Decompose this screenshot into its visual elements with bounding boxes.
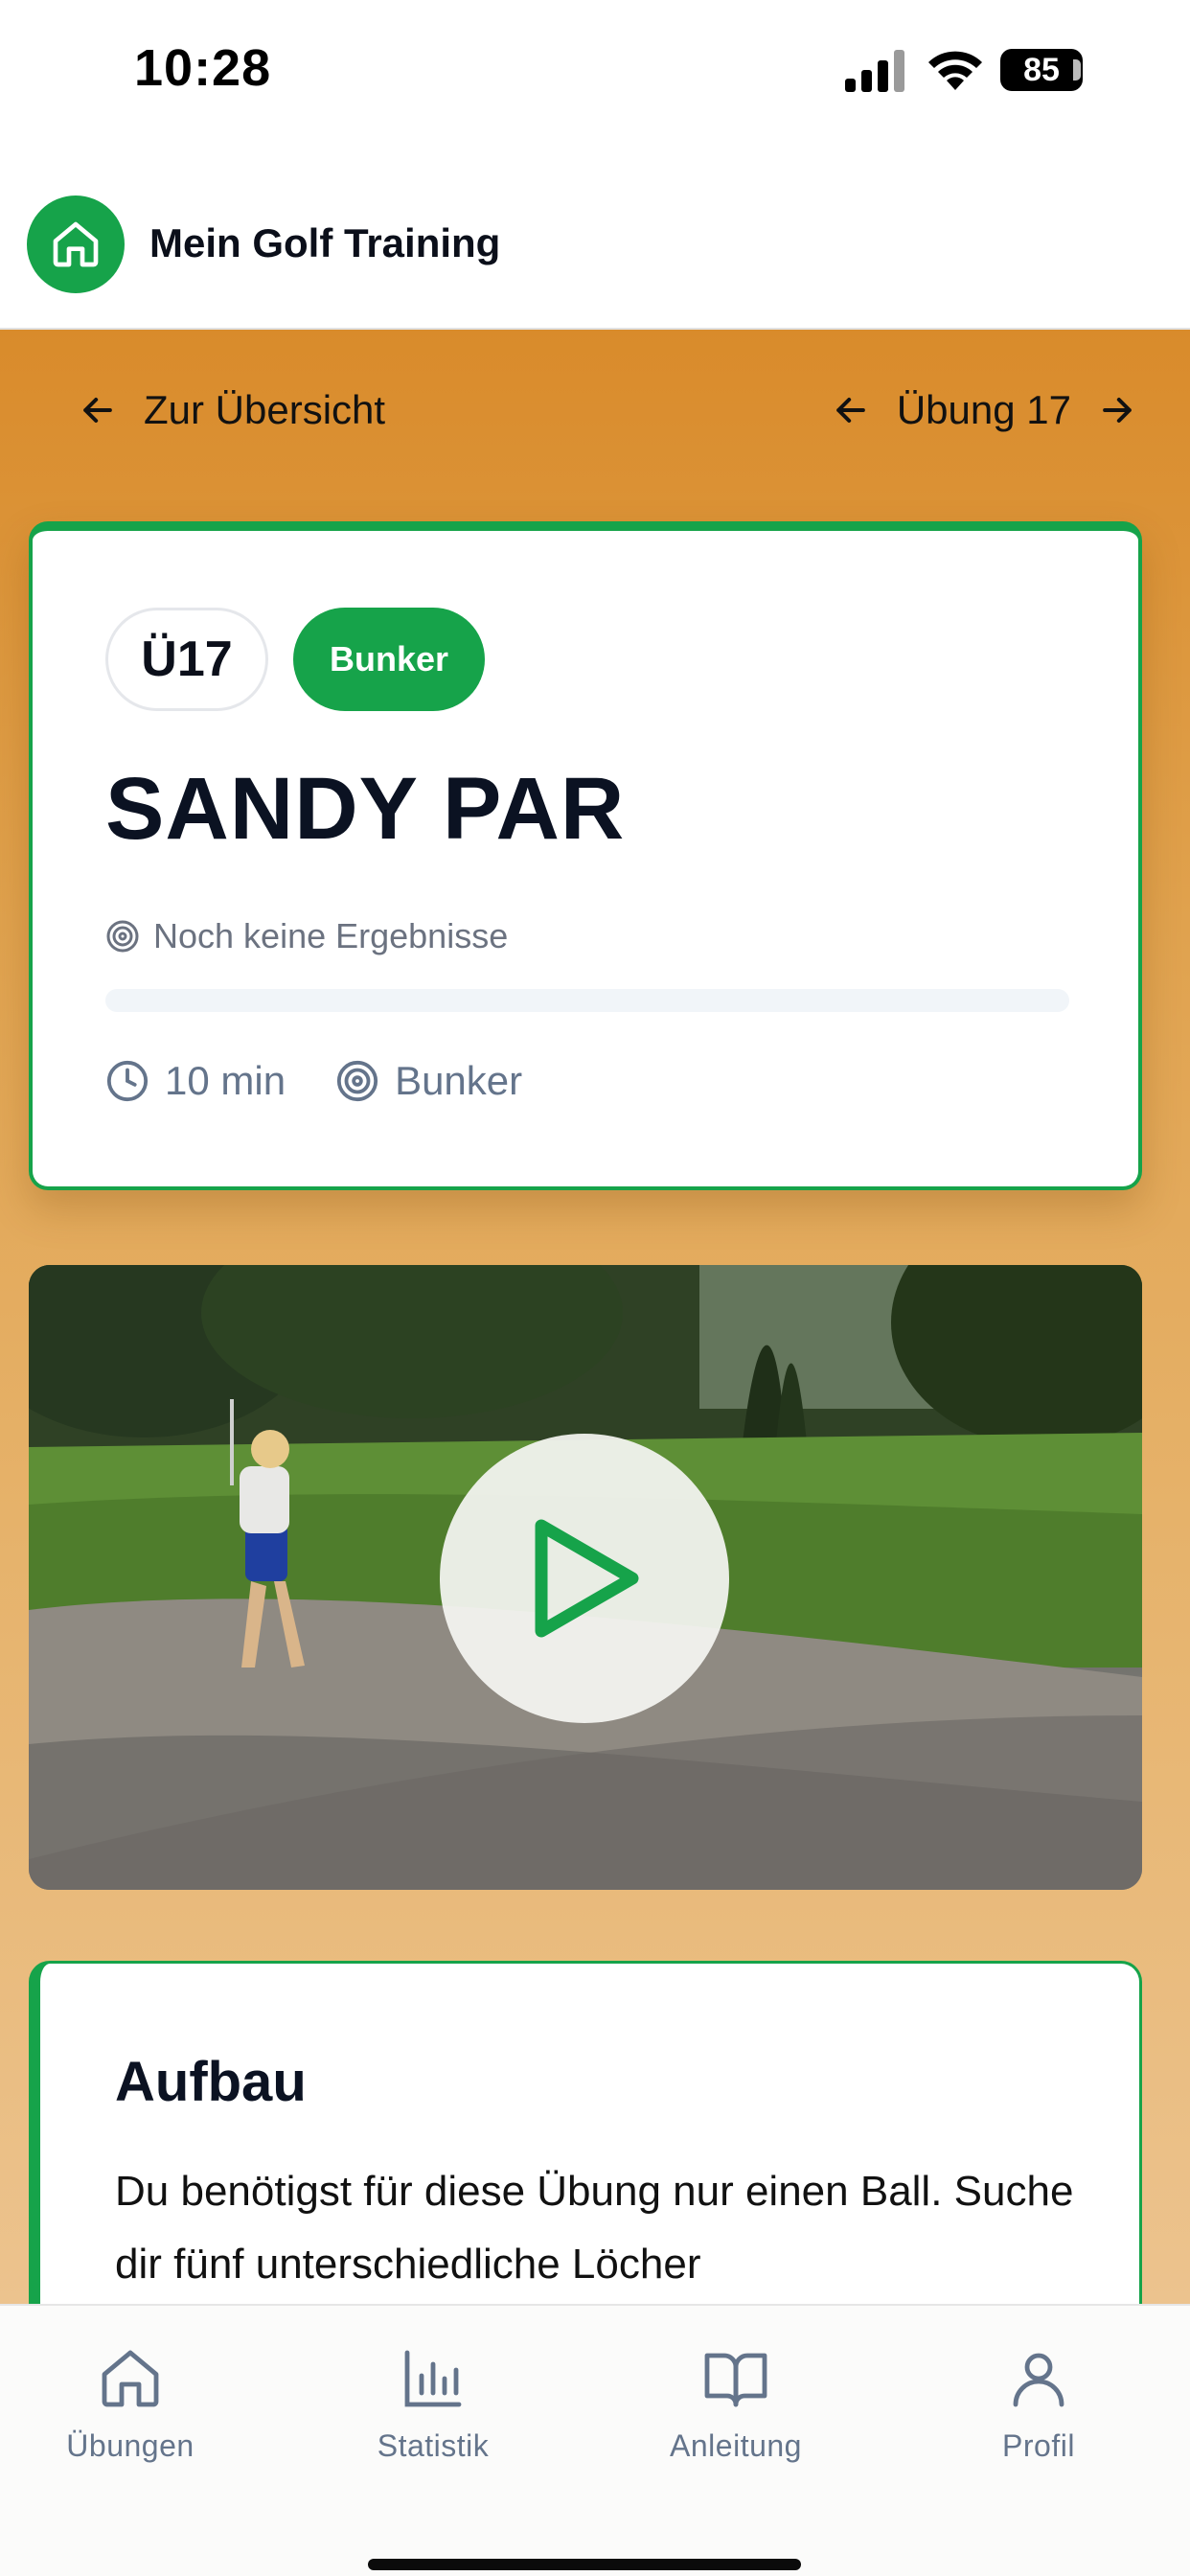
exercise-card: Ü17 Bunker SANDY PAR Noch keine Ergebnis… bbox=[29, 521, 1142, 1190]
tab-profile-label: Profil bbox=[1002, 2428, 1075, 2463]
book-icon bbox=[704, 2353, 767, 2407]
duration-text: 10 min bbox=[165, 1058, 286, 1103]
results-status: Noch keine Ergebnisse bbox=[105, 916, 508, 956]
exercise-nav-row: Zur Übersicht Übung 17 bbox=[0, 330, 1190, 493]
play-icon bbox=[535, 1519, 639, 1638]
home-icon bbox=[53, 221, 99, 267]
duration-meta: 10 min bbox=[105, 1058, 286, 1104]
exercise-title: SANDY PAR bbox=[105, 760, 626, 858]
previous-exercise-icon[interactable] bbox=[830, 389, 872, 431]
setup-text: Du benötigst für diese Übung nur einen B… bbox=[115, 2168, 1074, 2288]
play-button[interactable] bbox=[440, 1434, 729, 1723]
tab-statistics[interactable]: Statistik bbox=[328, 2344, 538, 2464]
battery-cap bbox=[1073, 59, 1081, 80]
app-logo[interactable] bbox=[27, 196, 125, 293]
arrow-left-icon bbox=[83, 397, 112, 424]
home-indicator bbox=[368, 2559, 801, 2570]
next-exercise-icon[interactable] bbox=[1096, 389, 1138, 431]
bottom-tab-bar: Übungen Statistik Anleitung Profil bbox=[0, 2304, 1190, 2576]
home-icon bbox=[102, 2350, 159, 2407]
tab-guide[interactable]: Anleitung bbox=[630, 2344, 841, 2464]
wifi-icon bbox=[928, 51, 982, 90]
setup-title: Aufbau bbox=[115, 2051, 307, 2113]
user-icon bbox=[1013, 2353, 1064, 2407]
battery-indicator: 85 bbox=[1000, 49, 1083, 91]
tab-guide-label: Anleitung bbox=[670, 2428, 802, 2463]
tab-statistics-label: Statistik bbox=[377, 2428, 490, 2463]
category-badge: Bunker bbox=[293, 608, 485, 711]
bar-chart-icon bbox=[404, 2350, 462, 2407]
target-icon bbox=[336, 1060, 378, 1102]
exercise-number-label: Übung 17 bbox=[896, 387, 1071, 432]
app-header: Mein Golf Training bbox=[0, 144, 1190, 330]
back-link-label: Zur Übersicht bbox=[144, 387, 386, 432]
focus-text: Bunker bbox=[395, 1058, 523, 1103]
clock-icon bbox=[106, 1060, 149, 1102]
exercise-pager: Übung 17 bbox=[830, 387, 1138, 433]
status-time: 10:28 bbox=[134, 39, 272, 97]
main-content: Zur Übersicht Übung 17 Ü17 Bunker SANDY … bbox=[0, 330, 1190, 2304]
signal-icon bbox=[845, 50, 904, 92]
status-bar: 10:28 85 bbox=[0, 0, 1190, 144]
focus-meta: Bunker bbox=[335, 1058, 522, 1104]
tab-exercises[interactable]: Übungen bbox=[25, 2344, 236, 2464]
results-progress-bar bbox=[105, 989, 1069, 1012]
back-to-overview-link[interactable]: Zur Übersicht bbox=[77, 387, 385, 433]
app-title: Mein Golf Training bbox=[149, 220, 501, 265]
exercise-code-badge: Ü17 bbox=[105, 608, 268, 711]
setup-card: Aufbau Du benötigst für diese Übung nur … bbox=[29, 1961, 1142, 2304]
exercise-meta: 10 min Bunker bbox=[105, 1058, 572, 1104]
tab-exercises-label: Übungen bbox=[66, 2428, 195, 2463]
tab-profile[interactable]: Profil bbox=[933, 2344, 1144, 2464]
target-icon bbox=[106, 920, 139, 953]
results-text: Noch keine Ergebnisse bbox=[153, 916, 509, 955]
exercise-video[interactable] bbox=[29, 1265, 1142, 1890]
